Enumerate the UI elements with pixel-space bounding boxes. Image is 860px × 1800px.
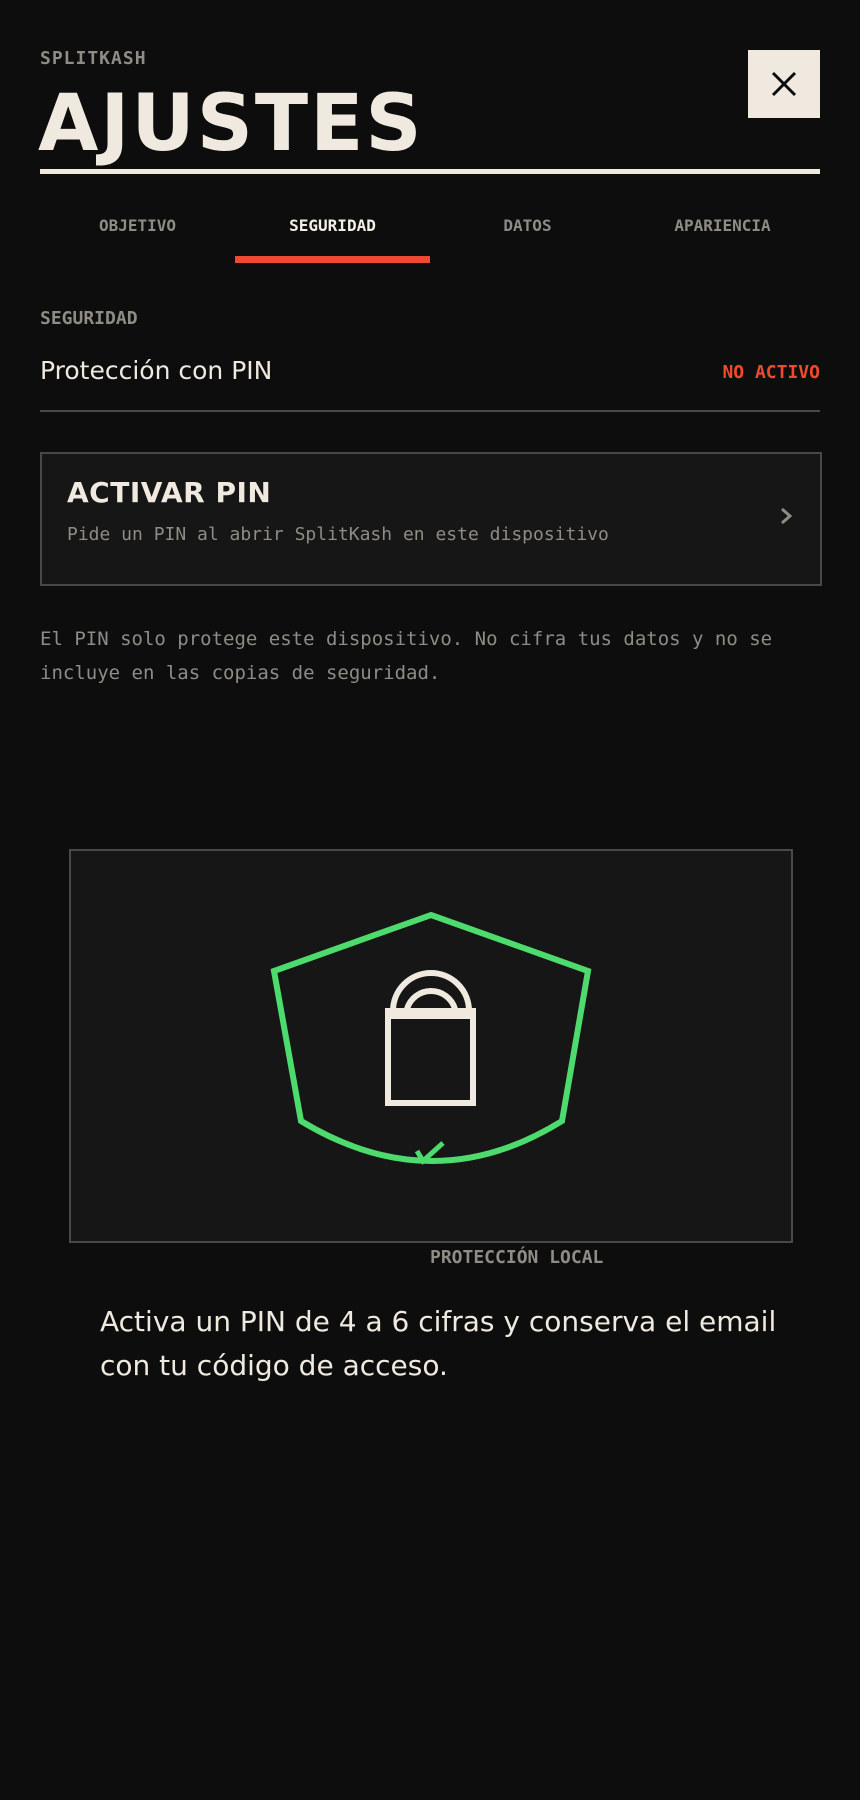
- page-title: AJUSTES: [38, 79, 424, 169]
- pin-info-note: El PIN solo protege este dispositivo. No…: [40, 628, 773, 684]
- tab-seguridad[interactable]: SEGURIDAD: [235, 200, 430, 264]
- pin-protection-row: Protección con PIN NO ACTIVO: [40, 350, 820, 412]
- section-label: SEGURIDAD: [40, 308, 138, 329]
- pin-protection-label: Protección con PIN: [40, 356, 273, 385]
- settings-tabs: OBJETIVO SEGURIDAD DATOS APARIENCIA: [40, 200, 820, 264]
- tab-apariencia[interactable]: APARIENCIA: [625, 200, 820, 264]
- close-icon: [771, 71, 797, 97]
- activate-pin-title: ACTIVAR PIN: [67, 476, 272, 509]
- illustration-caption: PROTECCIÓN LOCAL: [430, 1247, 604, 1268]
- shield-lock-icon: [270, 911, 592, 1165]
- pin-instructions: Activa un PIN de 4 a 6 cifras y conserva…: [100, 1305, 777, 1382]
- activate-pin-description: Pide un PIN al abrir SplitKash en este d…: [67, 524, 609, 545]
- close-button[interactable]: [748, 50, 820, 118]
- title-divider: [40, 169, 820, 174]
- tab-datos[interactable]: DATOS: [430, 200, 625, 264]
- activate-pin-button[interactable]: ACTIVAR PIN Pide un PIN al abrir SplitKa…: [40, 452, 822, 586]
- security-illustration: [69, 849, 793, 1243]
- pin-status-badge: NO ACTIVO: [722, 362, 820, 383]
- tab-objetivo[interactable]: OBJETIVO: [40, 200, 235, 264]
- brand-name: SPLITKASH: [40, 48, 147, 69]
- chevron-right-icon: [781, 507, 793, 525]
